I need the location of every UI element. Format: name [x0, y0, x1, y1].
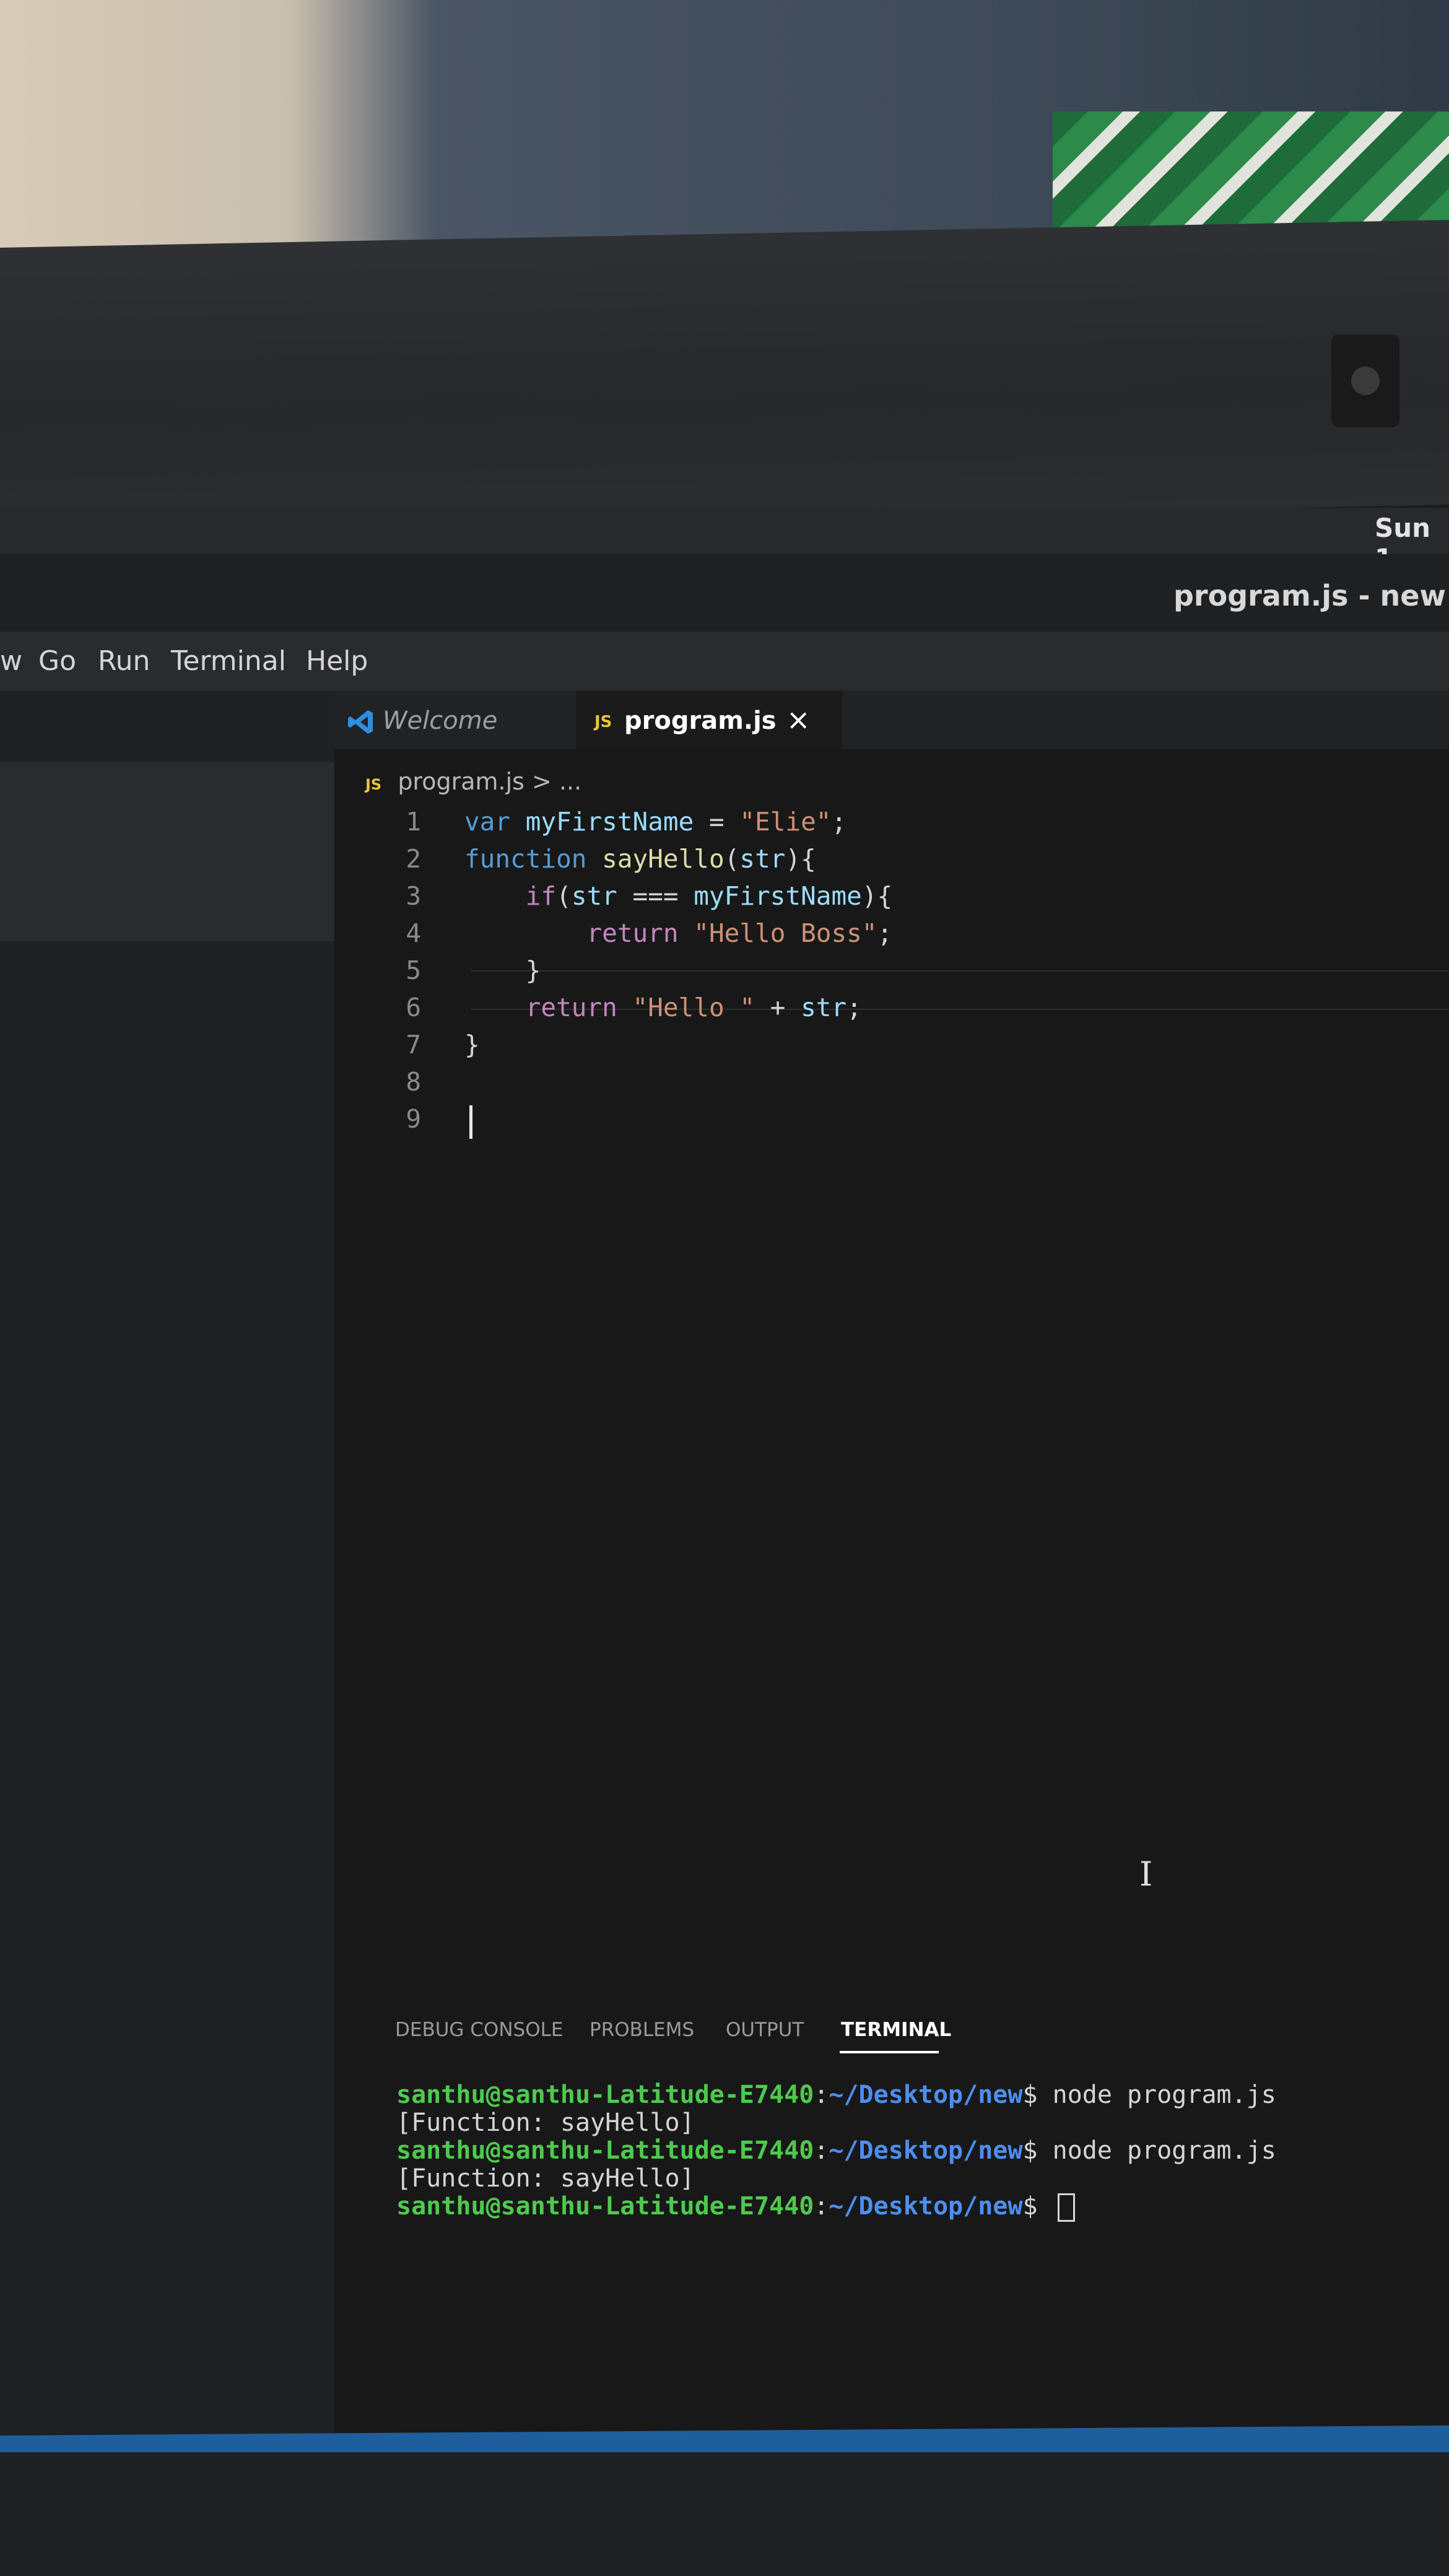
text-caret [469, 1105, 472, 1139]
line-number: 3 [406, 881, 421, 911]
explorer-sidebar [0, 690, 334, 2434]
system-top-bar: e ▾ Sun 1 [0, 508, 1449, 575]
code-text: return "Hello " + str; [525, 993, 862, 1022]
tab-terminal[interactable]: TERMINAL [841, 2019, 951, 2041]
photo-blanket [1053, 111, 1449, 235]
line-number: 2 [406, 844, 421, 874]
menu-run[interactable]: Run [98, 645, 150, 677]
tab-program-js[interactable]: JS program.js × [576, 690, 842, 749]
line-number: 4 [406, 918, 421, 948]
js-file-icon: JS [594, 713, 612, 731]
webcam [1331, 334, 1399, 427]
tab-welcome-label: Welcome [383, 707, 498, 735]
tab-output[interactable]: OUTPUT [726, 2019, 804, 2041]
terminal-line[interactable]: [Function: sayHello] [396, 2164, 695, 2193]
window-title: program.js - new - V [1173, 579, 1449, 612]
code-text: } [464, 1030, 480, 1060]
tab-welcome[interactable]: Welcome [334, 690, 576, 749]
editor-tab-bar: Welcome JS program.js × [334, 690, 1449, 749]
vscode-icon [347, 708, 375, 736]
menu-help[interactable]: Help [306, 645, 368, 677]
laptop-bezel-top [0, 220, 1449, 533]
laptop-screen: e ▾ Sun 1 program.js - new - V w Go Run … [0, 508, 1449, 2434]
line-number: 7 [406, 1030, 421, 1060]
window-title-bar: program.js - new - V [0, 554, 1449, 632]
line-number: 6 [406, 993, 421, 1022]
code-text: if(str === myFirstName){ [525, 881, 893, 911]
active-tab-indicator [840, 2051, 939, 2053]
code-text: var myFirstName = "Elie"; [464, 807, 847, 837]
sidebar-selected-item[interactable] [0, 762, 334, 941]
close-icon[interactable]: × [786, 703, 811, 736]
tab-debug-console[interactable]: DEBUG CONSOLE [395, 2019, 563, 2041]
line-number: 5 [406, 955, 421, 985]
line-number: 1 [406, 807, 421, 837]
code-text: function sayHello(str){ [464, 844, 816, 874]
menu-go[interactable]: Go [38, 645, 76, 677]
terminal-line[interactable]: santhu@santhu-Latitude-E7440:~/Desktop/n… [396, 2192, 1075, 2222]
terminal-line[interactable]: [Function: sayHello] [396, 2108, 695, 2137]
menu-bar: w Go Run Terminal Help [0, 632, 1449, 690]
terminal-cursor [1057, 2193, 1075, 2222]
code-text: return "Hello Boss"; [586, 918, 893, 948]
line-number: 8 [406, 1067, 421, 1097]
bottom-panel: DEBUG CONSOLE PROBLEMS OUTPUT TERMINAL s… [334, 2019, 1449, 2328]
tab-problems[interactable]: PROBLEMS [590, 2019, 694, 2041]
line-number: 9 [406, 1104, 421, 1134]
code-text: } [464, 955, 541, 985]
menu-terminal[interactable]: Terminal [171, 645, 286, 677]
mouse-ibeam-cursor: I [1139, 1855, 1153, 1894]
laptop-bezel-bottom [0, 2452, 1449, 2576]
menu-view[interactable]: w [0, 645, 22, 677]
terminal-line[interactable]: santhu@santhu-Latitude-E7440:~/Desktop/n… [396, 2081, 1276, 2109]
terminal-line[interactable]: santhu@santhu-Latitude-E7440:~/Desktop/n… [396, 2136, 1276, 2165]
tab-program-label: program.js [624, 707, 777, 735]
